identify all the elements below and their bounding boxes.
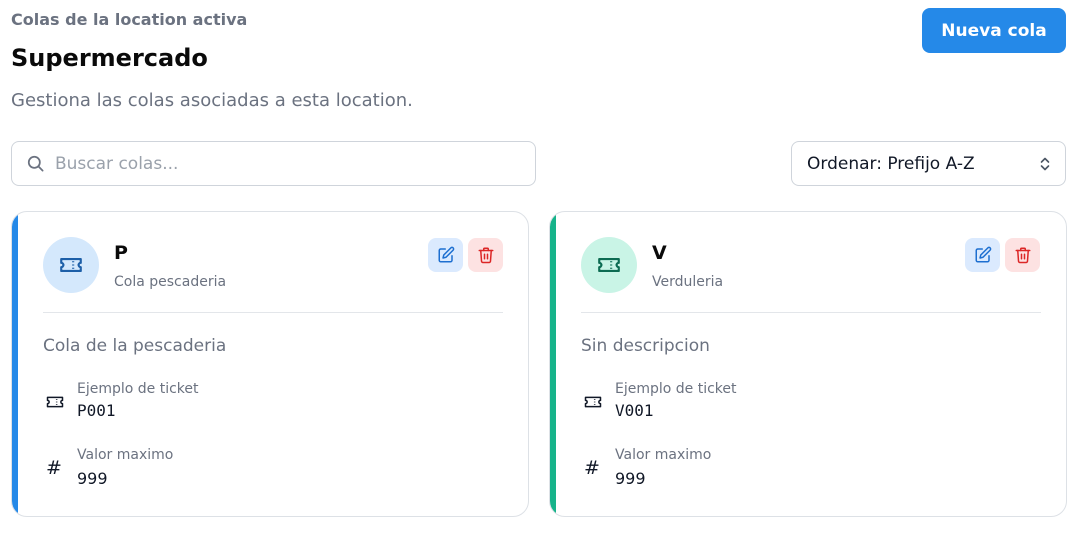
trash-icon (1015, 247, 1030, 264)
search-input[interactable] (55, 153, 495, 174)
ticket-example-label: Ejemplo de ticket (615, 381, 737, 397)
page-title: Supermercado (11, 44, 208, 72)
queues-page: Colas de la location activa Supermercado… (0, 0, 1086, 559)
sort-select[interactable]: Ordenar: Prefijo A-Z (791, 141, 1066, 186)
ticket-icon (598, 257, 620, 273)
max-value-label: Valor maximo (615, 447, 712, 463)
new-queue-button[interactable]: Nueva cola (922, 8, 1066, 53)
ticket-icon (46, 396, 64, 408)
max-value-value: 999 (615, 469, 646, 488)
queue-name: Cola pescaderia (114, 274, 227, 290)
queue-avatar (581, 237, 637, 293)
chevron-up-down-icon (1040, 157, 1050, 170)
ticket-example-label: Ejemplo de ticket (77, 381, 199, 397)
queue-avatar (43, 237, 99, 293)
queue-name: Verduleria (652, 274, 724, 290)
hash-icon: # (584, 457, 600, 479)
delete-queue-button[interactable] (1005, 238, 1040, 272)
queue-description: Sin descripcion (581, 336, 710, 356)
card-divider (581, 312, 1041, 313)
max-value-value: 999 (77, 469, 108, 488)
edit-icon (438, 246, 454, 263)
queue-prefix: P (114, 242, 128, 264)
edit-queue-button[interactable] (965, 238, 1000, 272)
hash-icon: # (46, 457, 62, 479)
edit-queue-button[interactable] (428, 238, 463, 272)
page-eyebrow: Colas de la location activa (11, 10, 248, 29)
trash-icon (478, 247, 493, 264)
sort-select-value: Ordenar: Prefijo A-Z (807, 153, 975, 174)
delete-queue-button[interactable] (468, 238, 503, 272)
queue-card: P Cola pescaderia Cola de la pescaderia (11, 211, 529, 517)
ticket-example-value: V001 (615, 401, 654, 420)
ticket-example-value: P001 (77, 401, 116, 420)
queue-prefix: V (652, 242, 667, 264)
search-box (11, 141, 536, 186)
max-value-label: Valor maximo (77, 447, 174, 463)
edit-icon (975, 246, 991, 263)
ticket-icon (584, 396, 602, 408)
search-icon (27, 155, 44, 172)
card-divider (43, 312, 503, 313)
queue-description: Cola de la pescaderia (43, 336, 227, 356)
page-subtitle: Gestiona las colas asociadas a esta loca… (11, 90, 413, 111)
ticket-icon (60, 257, 82, 273)
queue-card: V Verduleria Sin descripcion Ejemplo de … (549, 211, 1067, 517)
